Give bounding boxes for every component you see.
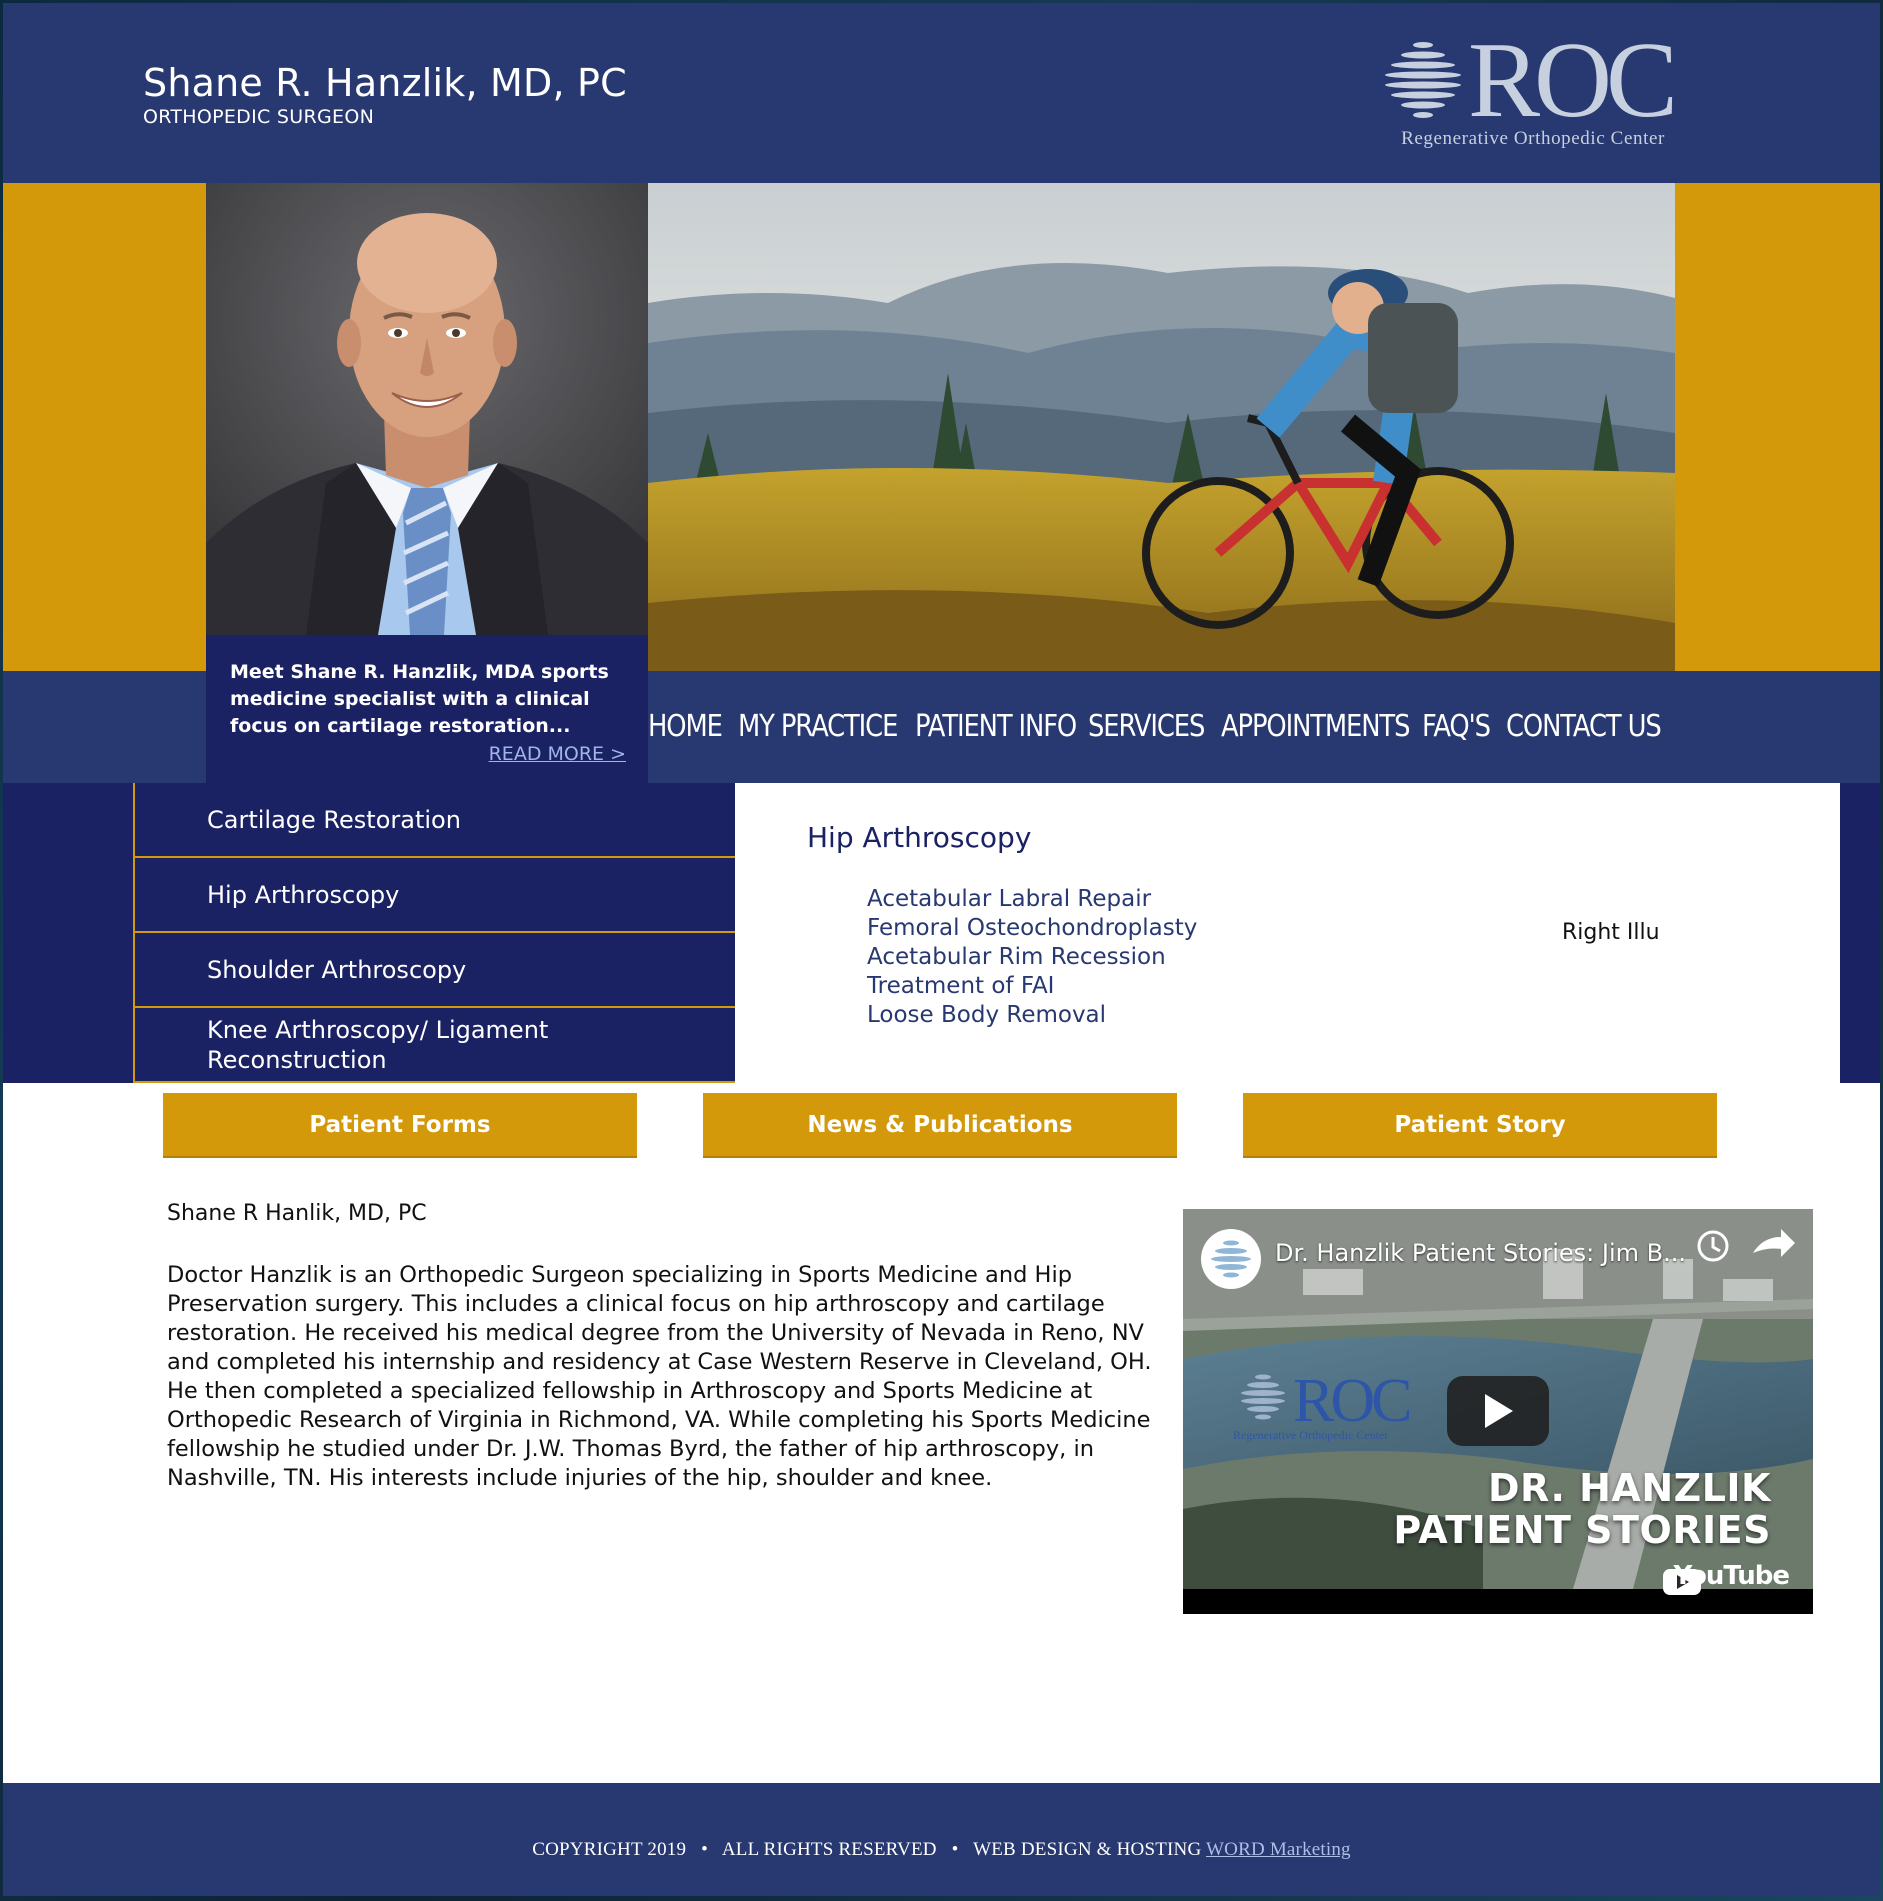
side-item-knee-arthroscopy[interactable]: Knee Arthroscopy/ Ligament Reconstructio…: [135, 1008, 735, 1083]
page-frame: Shane R. Hanzlik, MD, PC ORTHOPEDIC SURG…: [3, 3, 1880, 1896]
video-title[interactable]: Dr. Hanzlik Patient Stories: Jim B...: [1275, 1239, 1686, 1267]
right-illustration-placeholder: Right Illu: [1562, 920, 1660, 945]
patient-forms-button[interactable]: Patient Forms: [163, 1093, 637, 1158]
roc-logo[interactable]: ROC Regenerative Orthopedic Center: [1383, 21, 1683, 158]
procedure-item: Acetabular Labral Repair: [867, 886, 1152, 912]
footer-text: COPYRIGHT 2019 • ALL RIGHTS RESERVED • W…: [3, 1839, 1880, 1861]
footer-design: WEB DESIGN & HOSTING: [973, 1839, 1202, 1860]
video-headline-line1: DR. HANZLIK: [1487, 1466, 1771, 1510]
roc-logo-text: ROC: [1468, 21, 1678, 140]
nav-appointments[interactable]: APPOINTMENTS: [1221, 697, 1410, 757]
about-heading: Shane R Hanlik, MD, PC: [167, 1201, 427, 1226]
procedure-item: Acetabular Rim Recession: [867, 944, 1166, 970]
site-subtitle: ORTHOPEDIC SURGEON: [143, 106, 375, 128]
hero-cyclist-image: [648, 183, 1675, 671]
footer-bullet: •: [951, 1839, 959, 1860]
footer-copyright: COPYRIGHT 2019: [532, 1839, 687, 1860]
procedure-item: Treatment of FAI: [867, 973, 1055, 999]
nav-patient-info[interactable]: PATIENT INFO: [915, 697, 1077, 757]
video-headline-line2: PATIENT STORIES: [1393, 1508, 1771, 1552]
service-detail-panel: Hip Arthroscopy Acetabular Labral Repair…: [735, 783, 1840, 1083]
youtube-video-embed[interactable]: ROC Regenerative Orthopedic Center Dr. H…: [1183, 1209, 1813, 1614]
portrait-caption: Meet Shane R. Hanzlik, MDA sports medici…: [206, 635, 648, 783]
doctor-portrait-image: [206, 183, 648, 635]
nav-contact-us[interactable]: CONTACT US: [1506, 697, 1662, 757]
cyclist-landscape-image: [648, 183, 1675, 671]
footer-word-marketing-link[interactable]: WORD Marketing: [1206, 1839, 1351, 1860]
news-publications-button[interactable]: News & Publications: [703, 1093, 1177, 1158]
footer-rights: ALL RIGHTS RESERVED: [721, 1839, 937, 1860]
play-button-icon: [1447, 1376, 1549, 1446]
about-body: Doctor Hanzlik is an Orthopedic Surgeon …: [167, 1262, 1152, 1491]
services-side-menu: Cartilage Restoration Hip Arthroscopy Sh…: [133, 783, 735, 1083]
patient-story-button[interactable]: Patient Story: [1243, 1093, 1717, 1158]
read-more-link[interactable]: READ MORE >: [489, 743, 626, 765]
site-header: Shane R. Hanzlik, MD, PC ORTHOPEDIC SURG…: [3, 3, 1880, 183]
nav-my-practice[interactable]: MY PRACTICE: [738, 697, 898, 757]
site-footer: COPYRIGHT 2019 • ALL RIGHTS RESERVED • W…: [3, 1783, 1880, 1896]
side-item-hip-arthroscopy[interactable]: Hip Arthroscopy: [135, 858, 735, 933]
nav-faqs[interactable]: FAQ'S: [1422, 697, 1494, 757]
side-item-cartilage-restoration[interactable]: Cartilage Restoration: [135, 783, 735, 858]
svg-text:ROC: ROC: [1293, 1367, 1409, 1435]
video-thumbnail: ROC Regenerative Orthopedic Center: [1183, 1209, 1813, 1614]
procedure-item: Loose Body Removal: [867, 1002, 1107, 1028]
caption-text: Meet Shane R. Hanzlik, MDA sports medici…: [230, 661, 609, 737]
main-nav: HOME MY PRACTICE PATIENT INFO SERVICES A…: [648, 697, 1662, 757]
nav-home[interactable]: HOME: [648, 697, 725, 757]
video-headline: DR. HANZLIK PATIENT STORIES: [1393, 1467, 1771, 1551]
svg-text:Regenerative Orthopedic Center: Regenerative Orthopedic Center: [1233, 1428, 1388, 1442]
roc-logo-subtitle: Regenerative Orthopedic Center: [1401, 128, 1665, 149]
procedure-item: Femoral Osteochondroplasty: [867, 915, 1198, 941]
footer-bullet: •: [701, 1839, 708, 1860]
doctor-portrait: [206, 183, 648, 635]
panel-title: Hip Arthroscopy: [807, 821, 1032, 854]
procedure-list: Acetabular Labral Repair Femoral Osteoch…: [867, 885, 1197, 1030]
side-item-shoulder-arthroscopy[interactable]: Shoulder Arthroscopy: [135, 933, 735, 1008]
roc-logo-mark-icon: [1385, 42, 1461, 118]
youtube-brand[interactable]: YouTube: [1674, 1561, 1790, 1591]
nav-services[interactable]: SERVICES: [1088, 697, 1205, 757]
site-title[interactable]: Shane R. Hanzlik, MD, PC: [143, 61, 627, 105]
